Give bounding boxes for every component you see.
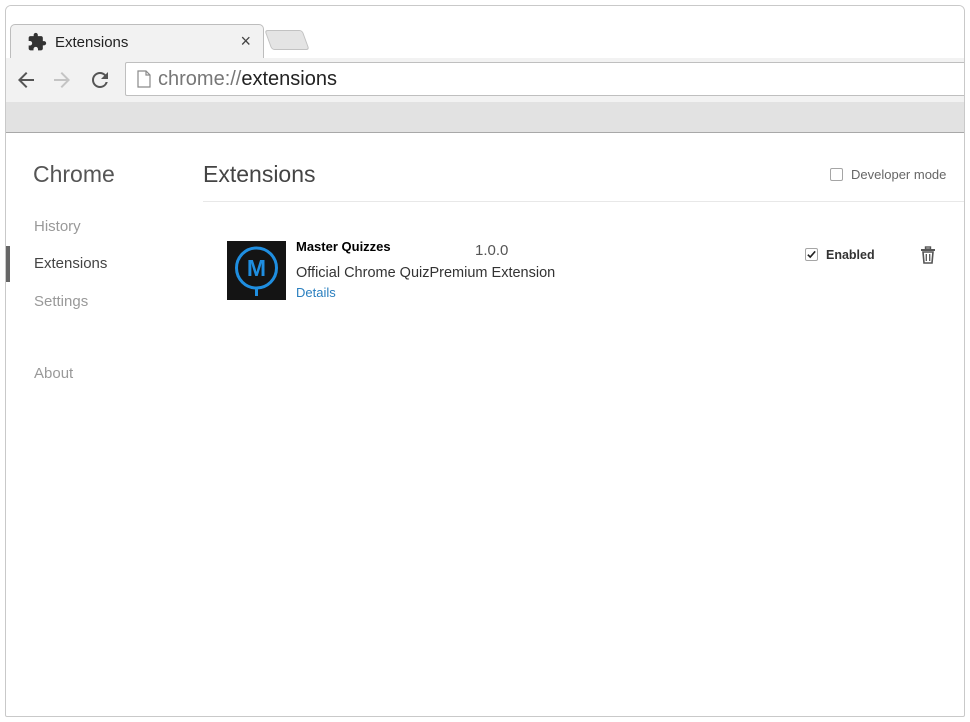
- url-path: extensions: [241, 68, 337, 90]
- checkmark-icon: [807, 250, 816, 259]
- browser-window: Extensions × chrome://extensions Chrome …: [5, 5, 965, 717]
- developer-mode-label: Developer mode: [851, 167, 947, 182]
- sidebar-item-extensions[interactable]: Extensions: [34, 255, 107, 272]
- new-tab-button[interactable]: [264, 30, 310, 50]
- sidebar-item-history[interactable]: History: [34, 218, 81, 235]
- extension-version: 1.0.0: [475, 242, 509, 259]
- page-title: Extensions: [203, 161, 316, 187]
- address-bar[interactable]: chrome://extensions: [125, 62, 964, 96]
- puzzle-piece-icon: [28, 32, 47, 51]
- arrow-left-icon[interactable]: [14, 68, 38, 92]
- tab-strip: Extensions ×: [6, 6, 964, 61]
- extension-description: Official Chrome QuizPremium Extension: [296, 265, 556, 281]
- enabled-label: Enabled: [826, 248, 875, 262]
- page-icon: [137, 70, 151, 88]
- url-text[interactable]: chrome://extensions: [158, 68, 337, 91]
- trash-icon[interactable]: [920, 246, 936, 264]
- extension-details-link[interactable]: Details: [296, 285, 336, 300]
- active-nav-marker: [6, 246, 10, 282]
- developer-mode-toggle[interactable]: Developer mode: [830, 167, 946, 182]
- sidebar-item-settings[interactable]: Settings: [34, 293, 88, 310]
- header-divider: [203, 201, 964, 202]
- url-scheme: chrome://: [158, 68, 242, 90]
- extension-name: Master Quizzes: [296, 239, 391, 254]
- sidebar-item-about[interactable]: About: [34, 365, 73, 382]
- tab-close-icon[interactable]: ×: [240, 31, 251, 51]
- reload-icon[interactable]: [88, 68, 112, 92]
- tab-extensions[interactable]: Extensions ×: [10, 24, 264, 61]
- enabled-checkbox[interactable]: [805, 248, 818, 261]
- tab-title: Extensions: [55, 34, 129, 51]
- sidebar-title: Chrome: [33, 161, 115, 187]
- developer-mode-checkbox[interactable]: [830, 168, 843, 181]
- extension-logo-letter: M: [247, 255, 266, 281]
- extension-enabled-toggle[interactable]: Enabled: [805, 248, 875, 262]
- arrow-right-icon[interactable]: [50, 68, 74, 92]
- bookmark-bar: [6, 102, 964, 133]
- extension-logo: M: [227, 241, 286, 300]
